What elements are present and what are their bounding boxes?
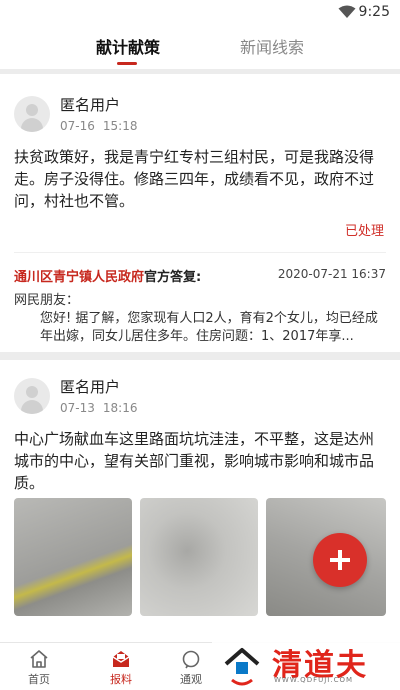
official-reply-text[interactable]: 网民朋友： 您好! 据了解，您家现有人口2人，育有2个女儿，均已经成年出嫁，同女… (14, 292, 386, 346)
post-photo[interactable] (140, 498, 258, 616)
avatar (14, 378, 50, 414)
reply-org[interactable]: 通川区青宁镇人民政府 (14, 270, 144, 285)
reply-label: 官方答复: (144, 270, 202, 285)
reply-body: 您好! 据了解，您家现有人口2人，育有2个女儿，均已经成年出嫁，同女儿居住多年。… (40, 311, 378, 344)
tab-bar: 献计献策 新闻线索 (0, 26, 400, 70)
post-timestamp: 07-16 15:18 (60, 119, 138, 133)
watermark-logo-icon (224, 648, 260, 686)
post-username: 匿名用户 (60, 96, 121, 114)
watermark-url: WWW.QDFUJI.COM (274, 676, 354, 684)
status-time: 9:25 (358, 4, 390, 20)
status-bar: 9:25 (0, 0, 400, 26)
official-reply-header: 通川区青宁镇人民政府官方答复: 2020-07-21 16:37 (14, 266, 386, 285)
reply-date: 2020-07-21 16:37 (277, 267, 386, 281)
wifi-icon (338, 5, 356, 18)
chat-icon (182, 650, 200, 669)
divider (14, 252, 386, 253)
post-photo[interactable] (14, 498, 132, 616)
avatar (14, 96, 50, 132)
reply-greeting: 网民朋友： (14, 293, 80, 308)
home-icon (30, 650, 48, 668)
add-post-button[interactable] (313, 533, 367, 587)
nav-home[interactable]: 首页 (14, 649, 64, 687)
post-divider (0, 352, 400, 360)
post-username: 匿名用户 (60, 378, 121, 396)
watermark: 清道夫 WWW.QDFUJI.COM (212, 640, 400, 690)
nav-report[interactable]: 报料 (96, 649, 146, 687)
post-timestamp: 07-13 18:16 (60, 401, 138, 415)
nav-chat[interactable]: 通观 (176, 649, 206, 687)
active-tab-indicator (117, 62, 137, 65)
tab-suggestions[interactable]: 献计献策 (96, 34, 160, 58)
post-content[interactable]: 中心广场献血车这里路面坑坑洼洼，不平整，这是达州城市的中心，望有关部门重视，影响… (14, 428, 386, 494)
status-badge: 已处理 (344, 224, 384, 239)
tabs-divider (0, 69, 400, 74)
post-content[interactable]: 扶贫政策好，我是青宁红专村三组村民，可是我路没得走。房子没得住。修路三四年，成绩… (14, 146, 386, 212)
tab-news-tips[interactable]: 新闻线索 (240, 34, 304, 58)
envelope-icon (112, 651, 130, 667)
